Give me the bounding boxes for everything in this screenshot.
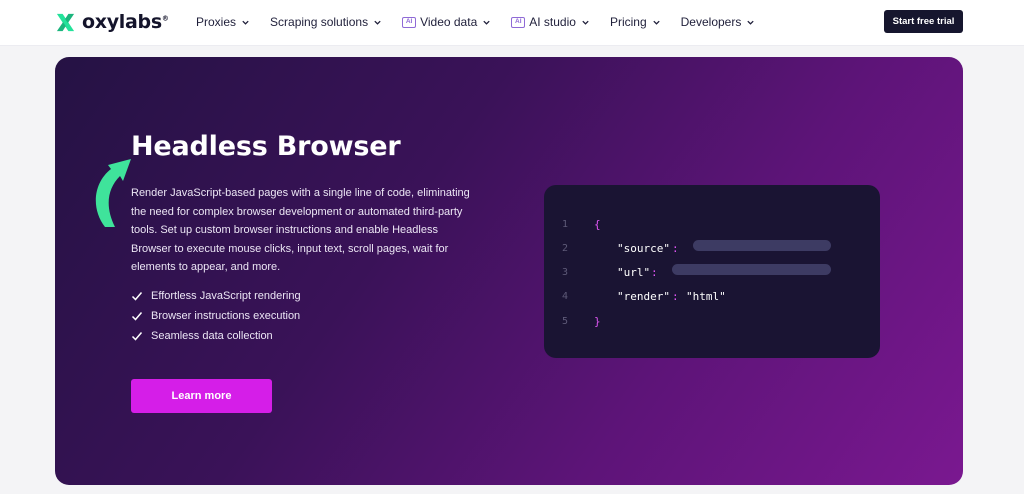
start-free-trial-button[interactable]: Start free trial xyxy=(884,10,963,33)
nav-item-label: AI studio xyxy=(529,15,576,29)
code-key: "render" xyxy=(617,289,670,303)
nav-item-ai-studio[interactable]: AI AI studio xyxy=(511,15,590,29)
list-item: Browser instructions execution xyxy=(131,306,301,326)
nav-item-scraping-solutions[interactable]: Scraping solutions xyxy=(270,15,382,29)
chevron-down-icon xyxy=(242,20,249,25)
chevron-down-icon xyxy=(747,20,754,25)
line-number: 1 xyxy=(562,218,569,230)
chevron-down-icon xyxy=(483,20,490,25)
nav-item-video-data[interactable]: AI Video data xyxy=(402,15,491,29)
code-sample-card: 1 { 2 "source" : 3 "url" : 4 "render" : … xyxy=(544,185,880,358)
nav-item-pricing[interactable]: Pricing xyxy=(610,15,661,29)
nav-item-proxies[interactable]: Proxies xyxy=(196,15,250,29)
nav-item-label: Scraping solutions xyxy=(270,15,369,29)
line-number: 4 xyxy=(562,290,569,302)
top-navbar: oxylabs® Proxies Scraping solutions AI V… xyxy=(0,0,1024,46)
hero-description: Render JavaScript-based pages with a sin… xyxy=(131,187,470,273)
feature-label: Seamless data collection xyxy=(151,330,273,342)
line-number: 3 xyxy=(562,266,569,278)
check-icon xyxy=(131,312,143,321)
feature-list: Effortless JavaScript rendering Browser … xyxy=(131,286,301,346)
chevron-down-icon xyxy=(652,20,660,25)
check-icon xyxy=(131,332,143,341)
line-number: 5 xyxy=(562,315,569,327)
code-value: "html" xyxy=(686,289,726,303)
logo-wordmark: oxylabs® xyxy=(82,11,169,33)
line-number: 2 xyxy=(562,242,569,254)
feature-label: Effortless JavaScript rendering xyxy=(151,290,301,302)
redacted-value-bar xyxy=(693,240,831,251)
chevron-down-icon xyxy=(582,20,589,25)
main-nav: Proxies Scraping solutions AI Video data… xyxy=(196,13,755,31)
check-icon xyxy=(131,292,143,301)
nav-item-label: Developers xyxy=(680,15,742,29)
feature-label: Browser instructions execution xyxy=(151,310,301,322)
code-key: "url" xyxy=(617,265,651,279)
code-colon: : xyxy=(672,241,679,255)
chevron-down-icon xyxy=(374,20,381,25)
oxylabs-logo[interactable]: oxylabs® xyxy=(55,11,169,33)
page-title: Headless Browser xyxy=(131,131,401,162)
code-brace: { xyxy=(594,217,601,231)
code-key: "source" xyxy=(617,241,670,255)
list-item: Seamless data collection xyxy=(131,326,301,346)
nav-item-label: Proxies xyxy=(196,15,237,29)
ai-badge-icon: AI xyxy=(511,16,526,28)
nav-item-label: Pricing xyxy=(609,15,647,29)
ai-badge-icon: AI xyxy=(402,16,417,28)
code-colon: : xyxy=(651,265,658,279)
nav-item-developers[interactable]: Developers xyxy=(681,15,756,29)
curved-arrow-icon xyxy=(95,159,131,227)
code-brace: } xyxy=(594,314,601,328)
code-colon: : xyxy=(672,289,679,303)
learn-more-button[interactable]: Learn more xyxy=(131,379,272,413)
oxylabs-x-icon xyxy=(56,13,75,31)
hero-section: Headless Browser Render JavaScript-based… xyxy=(55,57,963,485)
redacted-value-bar xyxy=(672,264,831,275)
nav-item-label: Video data xyxy=(420,15,478,29)
list-item: Effortless JavaScript rendering xyxy=(131,286,301,306)
